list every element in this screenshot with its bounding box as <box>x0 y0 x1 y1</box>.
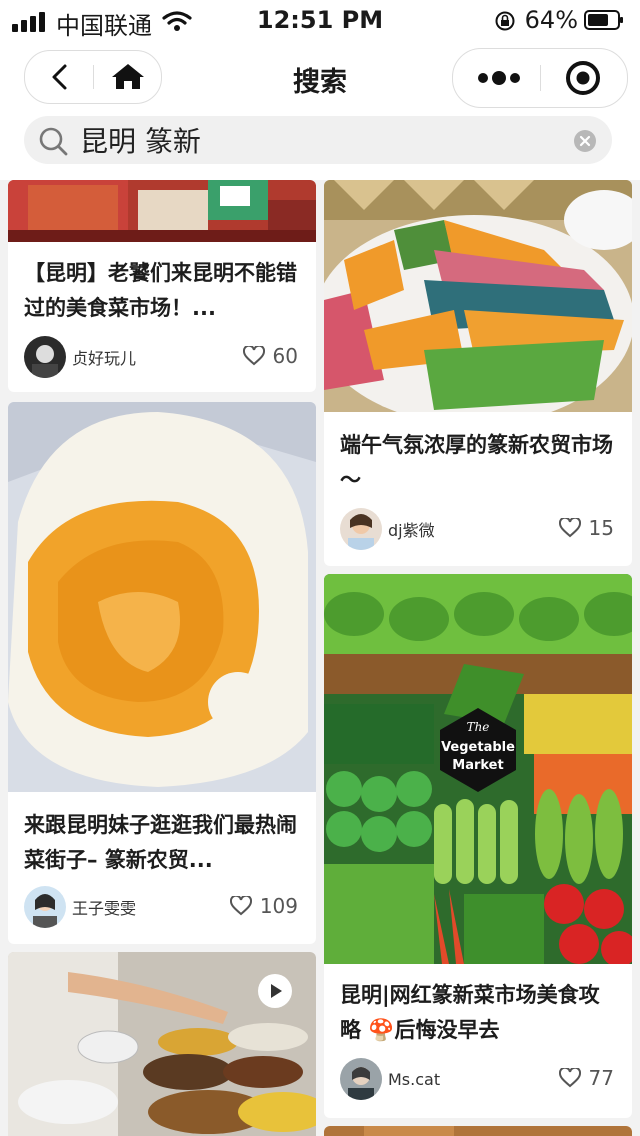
avatar <box>340 1058 382 1100</box>
close-miniprogram-button[interactable] <box>541 49 627 107</box>
heart-icon <box>558 1068 581 1088</box>
note-title: 端午气氛浓厚的篆新农贸市场～ <box>340 433 613 492</box>
heart-icon <box>229 896 252 916</box>
like-button[interactable]: 60 <box>242 344 298 368</box>
note-card[interactable]: The Vegetable Market 昆明|网红篆新菜市场美食攻略 🍄后悔没… <box>324 574 632 1118</box>
vegetable-market-badge: The Vegetable Market <box>434 706 522 794</box>
home-button[interactable] <box>94 51 161 103</box>
search-input[interactable] <box>80 120 550 160</box>
note-cover-image <box>324 180 632 412</box>
note-card[interactable]: 【昆明】老饕们来昆明不能错过的美食菜市场！... 贞好玩儿 60 <box>8 180 316 392</box>
heart-icon <box>242 346 265 366</box>
navigation-bar: 搜索 <box>0 44 640 110</box>
target-circle-icon <box>566 61 600 95</box>
rotation-lock-icon <box>495 11 515 31</box>
chevron-left-icon <box>52 64 67 90</box>
search-bar <box>24 116 612 164</box>
author-name: 王子雯雯 <box>72 899 137 918</box>
note-card[interactable] <box>8 952 316 1136</box>
like-count: 77 <box>588 1066 614 1090</box>
nav-capsule-right <box>452 48 628 108</box>
video-play-icon <box>258 974 292 1008</box>
note-card[interactable]: 端午气氛浓厚的篆新农贸市场～ dj紫微 15 <box>324 180 632 566</box>
note-card[interactable]: 来跟昆明妹子逛逛我们最热闹菜街子– 篆新农贸... 王子雯雯 109 <box>8 402 316 944</box>
like-button[interactable]: 77 <box>558 1066 614 1090</box>
note-title: 来跟昆明妹子逛逛我们最热闹菜街子– 篆新农贸... <box>24 813 297 872</box>
note-card[interactable] <box>324 1126 632 1136</box>
more-dots-icon <box>478 71 520 85</box>
badge-line-2: Vegetable <box>441 740 515 755</box>
note-title: 【昆明】老饕们来昆明不能错过的美食菜市场！... <box>24 261 297 320</box>
like-count: 109 <box>259 894 298 918</box>
author-info[interactable]: dj紫微 <box>340 508 435 550</box>
battery-icon <box>584 10 623 30</box>
back-button[interactable] <box>25 51 93 103</box>
author-info[interactable]: 王子雯雯 <box>24 886 136 928</box>
search-area <box>0 110 640 180</box>
author-info[interactable]: 贞好玩儿 <box>24 336 136 378</box>
avatar <box>340 508 382 550</box>
status-bar: 中国联通 12:51 PM 64% <box>0 0 640 44</box>
clear-search-button[interactable] <box>574 130 596 152</box>
note-cover-image: The Vegetable Market <box>324 574 632 964</box>
note-cover-image <box>324 1126 632 1136</box>
home-icon <box>112 64 144 89</box>
badge-line-1: The <box>466 720 490 734</box>
search-icon <box>39 127 68 156</box>
more-button[interactable] <box>453 49 540 107</box>
author-name: Ms.cat <box>388 1069 441 1089</box>
author-name: 贞好玩儿 <box>72 349 137 368</box>
note-cover-image <box>8 180 316 242</box>
heart-icon <box>558 518 581 538</box>
badge-line-3: Market <box>452 758 504 773</box>
close-icon <box>579 135 591 147</box>
note-title: 昆明|网红篆新菜市场美食攻略 🍄后悔没早去 <box>340 983 600 1042</box>
avatar <box>24 886 66 928</box>
avatar <box>24 336 66 378</box>
author-name: dj紫微 <box>388 521 435 540</box>
search-results-feed: 【昆明】老饕们来昆明不能错过的美食菜市场！... 贞好玩儿 60 端午气氛浓厚的… <box>0 180 640 1136</box>
like-count: 15 <box>588 516 614 540</box>
like-count: 60 <box>272 344 298 368</box>
like-button[interactable]: 15 <box>558 516 614 540</box>
like-button[interactable]: 109 <box>229 894 298 918</box>
note-cover-image <box>8 402 316 792</box>
battery-percentage: 64% <box>524 6 578 34</box>
nav-capsule-left <box>24 50 162 104</box>
author-info[interactable]: Ms.cat <box>340 1058 440 1100</box>
